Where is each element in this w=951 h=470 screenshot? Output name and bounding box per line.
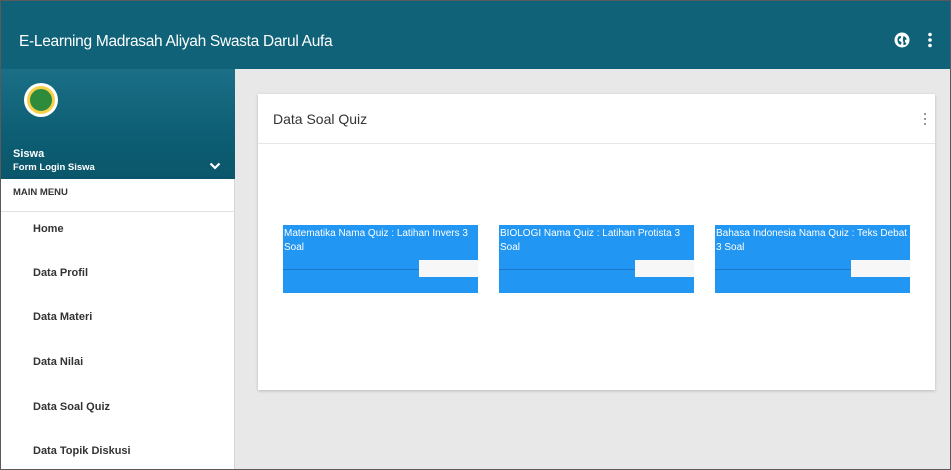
sidebar-item-data-soal-quiz[interactable]: Data Soal Quiz	[1, 385, 235, 429]
card-title: Data Soal Quiz	[273, 111, 368, 127]
quiz-title: BIOLOGI Nama Quiz : Latihan Protista 3 S…	[500, 228, 681, 253]
sidebar-item-label: Data Topik Diskusi	[33, 445, 131, 457]
user-name: Siswa	[13, 148, 45, 160]
quiz-tile-matematika[interactable]: Matematika Nama Quiz : Latihan Invers 3 …	[283, 225, 478, 293]
sidebar-item-data-topik-diskusi[interactable]: Data Topik Diskusi	[1, 429, 235, 469]
sidebar-item-home[interactable]: Home	[1, 207, 235, 251]
sidebar-item-data-profil[interactable]: Data Profil	[1, 251, 235, 295]
top-app-bar: E-Learning Madrasah Aliyah Swasta Darul …	[1, 1, 950, 69]
quiz-title: Bahasa Indonesia Nama Quiz : Teks Debat …	[716, 228, 908, 253]
card-divider	[258, 143, 935, 144]
globe-icon[interactable]	[894, 32, 910, 48]
sidebar-item-label: Data Materi	[33, 311, 93, 323]
user-info-panel: Siswa Form Login Siswa	[1, 69, 235, 179]
quiz-start-button[interactable]	[635, 260, 694, 277]
sidebar-item-data-materi[interactable]: Data Materi	[1, 295, 235, 339]
app-window: E-Learning Madrasah Aliyah Swasta Darul …	[0, 0, 951, 470]
card-more-vert-icon[interactable]	[923, 112, 927, 126]
school-logo	[27, 86, 55, 114]
quiz-tile-biologi[interactable]: BIOLOGI Nama Quiz : Latihan Protista 3 S…	[499, 225, 694, 293]
sidebar: Siswa Form Login Siswa MAIN MENU Home Da…	[1, 69, 235, 469]
sidebar-item-data-nilai[interactable]: Data Nilai	[1, 340, 235, 384]
quiz-start-button[interactable]	[419, 260, 478, 277]
quiz-start-button[interactable]	[851, 260, 910, 277]
quiz-tile-bahasa-indonesia[interactable]: Bahasa Indonesia Nama Quiz : Teks Debat …	[715, 225, 910, 293]
sidebar-item-label: Home	[33, 223, 64, 235]
more-vert-icon[interactable]	[927, 32, 933, 48]
sidebar-item-label: Data Soal Quiz	[33, 401, 111, 413]
sidebar-item-label: Data Nilai	[33, 356, 84, 368]
sidebar-item-label: Data Profil	[33, 267, 89, 279]
chevron-down-icon[interactable]	[209, 161, 221, 171]
avatar	[24, 83, 58, 117]
app-title: E-Learning Madrasah Aliyah Swasta Darul …	[19, 33, 333, 50]
quiz-card: Data Soal Quiz Matematika Nama Quiz : La…	[258, 94, 935, 390]
quiz-title: Matematika Nama Quiz : Latihan Invers 3 …	[284, 228, 468, 253]
user-subtitle: Form Login Siswa	[13, 162, 95, 173]
